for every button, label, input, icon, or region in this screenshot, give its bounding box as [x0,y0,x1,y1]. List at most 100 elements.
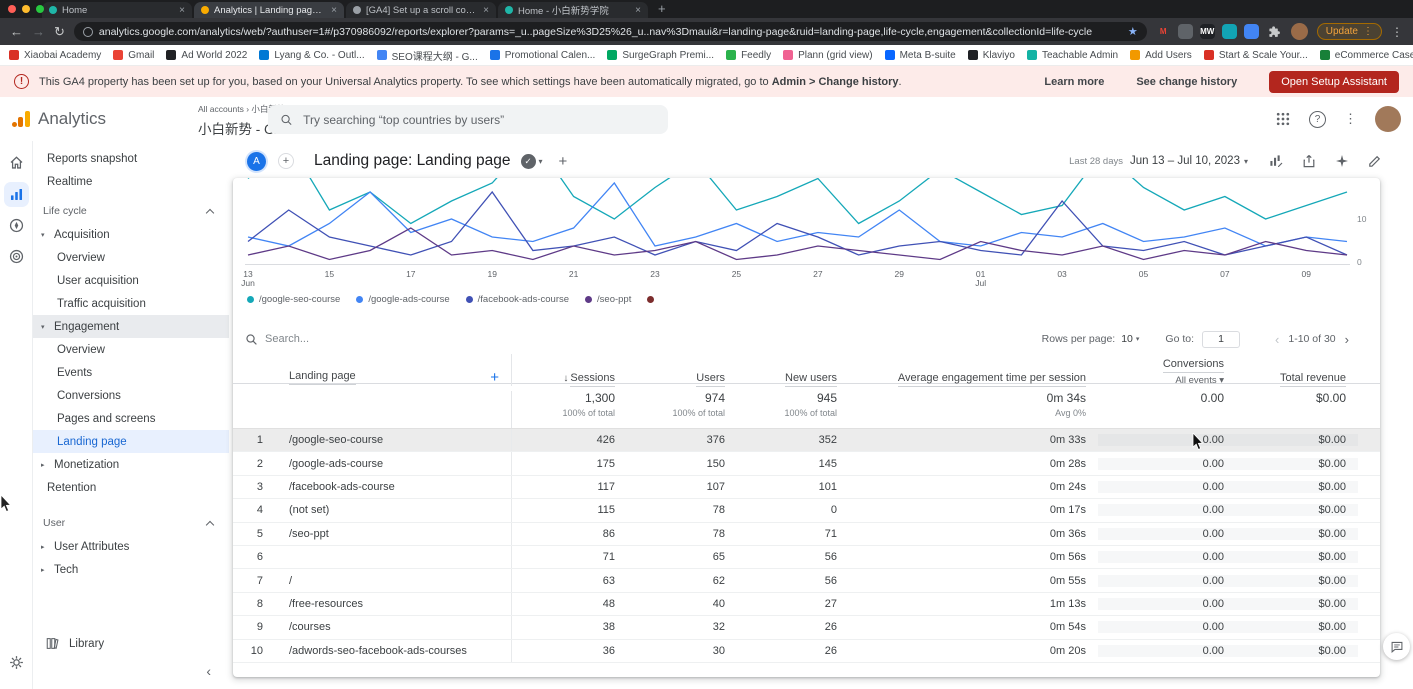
add-report-tab-button[interactable]: + [559,153,568,170]
sidebar-item-landing-page[interactable]: Landing page [33,430,229,453]
rows-per-page-caret-icon[interactable]: ▾ [1136,335,1140,343]
table-row[interactable]: 2/google-ads-course1751501450m 28s0.00$0… [233,452,1380,475]
library-item[interactable]: Library [45,636,104,651]
maximize-window-button[interactable] [36,5,44,13]
bookmark-item[interactable]: Add Users [1130,50,1192,61]
sidebar-item-reports-snapshot[interactable]: Reports snapshot [33,147,229,170]
admin-gear-icon[interactable] [8,654,25,671]
bookmark-item[interactable]: Ad World 2022 [166,50,247,61]
extension-icon-1[interactable]: M [1156,24,1171,39]
learn-more-link[interactable]: Learn more [1044,76,1104,88]
bookmark-item[interactable]: Teachable Admin [1027,50,1118,61]
rows-per-page-select[interactable]: 10 [1121,333,1133,345]
sidebar-section-life-cycle[interactable]: Life cycle [33,199,229,223]
goto-page-input[interactable] [1202,331,1240,348]
column-header-conversions[interactable]: Conversions All events ▾ [1098,354,1236,386]
sidebar-item-engagement[interactable]: ▾Engagement [33,315,229,338]
reload-icon[interactable]: ↻ [54,25,65,38]
reports-icon[interactable] [4,182,29,207]
browser-menu-icon[interactable]: ⋮ [1391,25,1403,39]
sidebar-item-traffic-acquisition[interactable]: Traffic acquisition [33,292,229,315]
add-column-button[interactable]: + [490,369,499,386]
insights-icon[interactable] [1334,153,1350,169]
sidebar-item-realtime[interactable]: Realtime [33,170,229,193]
table-row[interactable]: 8/free-resources4840271m 13s0.00$0.00 [233,593,1380,616]
forward-icon[interactable]: → [32,25,45,38]
column-header-new-users[interactable]: New users [737,368,849,386]
advertising-icon[interactable] [8,248,25,265]
browser-tab[interactable]: Home - 小白新势学院× [498,2,648,18]
table-search-input[interactable] [265,333,395,345]
sidebar-item-monetization[interactable]: ▸Monetization [33,453,229,476]
tab-close-icon[interactable]: × [483,5,489,16]
column-header-engagement[interactable]: Average engagement time per session [849,368,1098,386]
sidebar-item-pages-and-screens[interactable]: Pages and screens [33,407,229,430]
table-row[interactable]: 67165560m 56s0.00$0.00 [233,546,1380,569]
report-saved-icon[interactable]: ✓ [521,154,536,169]
sidebar-item-retention[interactable]: Retention [33,476,229,499]
legend-item[interactable]: /google-seo-course [247,294,340,305]
sidebar-item-events[interactable]: Events [33,361,229,384]
bookmark-item[interactable]: Meta B-suite [885,50,956,61]
bookmark-item[interactable]: SurgeGraph Premi... [607,50,714,61]
column-header-total-revenue[interactable]: Total revenue [1236,368,1358,386]
chrome-update-button[interactable]: Update ⋮ [1317,23,1382,40]
extension-icon-2[interactable] [1178,24,1193,39]
table-row[interactable]: 1/google-seo-course4263763520m 33s0.00$0… [233,429,1380,452]
explore-icon[interactable] [8,217,25,234]
bookmark-item[interactable]: Feedly [726,50,771,61]
legend-item[interactable]: /facebook-ads-course [466,294,569,305]
browser-tab[interactable]: Home× [42,2,192,18]
bookmark-item[interactable]: Gmail [113,50,154,61]
customize-report-icon[interactable] [1268,153,1284,169]
legend-item[interactable]: /seo-ppt [585,294,631,305]
prev-page-icon[interactable]: ‹ [1275,332,1279,347]
user-avatar[interactable] [1375,106,1401,132]
table-row[interactable]: 4(not set)1157800m 17s0.00$0.00 [233,499,1380,522]
table-row[interactable]: 9/courses3832260m 54s0.00$0.00 [233,616,1380,639]
browser-profile-avatar[interactable] [1291,23,1308,40]
bookmark-star-icon[interactable]: ★ [1128,25,1138,38]
next-page-icon[interactable]: › [1345,332,1349,347]
tab-close-icon[interactable]: × [179,5,185,16]
extensions-puzzle-icon[interactable] [1268,25,1282,39]
sidebar-item-user-acquisition[interactable]: User acquisition [33,269,229,292]
conversions-filter[interactable]: All events ▾ [1098,375,1224,386]
legend-item[interactable] [647,296,654,303]
sidebar-item-user-attributes[interactable]: ▸User Attributes [33,535,229,558]
new-tab-button[interactable]: + [658,1,666,18]
sidebar-section-user[interactable]: User [33,511,229,535]
bookmark-item[interactable]: eCommerce Case... [1320,50,1413,61]
column-header-landing-page[interactable]: Landing page + [233,354,512,386]
sidebar-item-tech[interactable]: ▸Tech [33,558,229,581]
extension-icon-4[interactable] [1222,24,1237,39]
column-header-users[interactable]: Users [627,368,737,386]
see-change-history-link[interactable]: See change history [1136,76,1237,88]
feedback-button[interactable] [1383,633,1410,660]
date-range-picker[interactable]: Jun 13 – Jul 10, 2023 [1130,155,1240,167]
minimize-window-button[interactable] [22,5,30,13]
sidebar-item-conversions[interactable]: Conversions [33,384,229,407]
share-icon[interactable] [1301,153,1317,169]
browser-tab[interactable]: Analytics | Landing page: Land× [194,2,344,18]
sidebar-item-overview[interactable]: Overview [33,338,229,361]
back-icon[interactable]: ← [10,25,23,38]
bookmark-item[interactable]: Klaviyo [968,50,1015,61]
extension-icon-3[interactable]: MW [1200,24,1215,39]
extension-icon-5[interactable] [1244,24,1259,39]
browser-tab[interactable]: [GA4] Set up a scroll conversi× [346,2,496,18]
column-header-sessions[interactable]: ↓Sessions [512,368,627,386]
table-row[interactable]: 10/adwords-seo-facebook-ads-courses36302… [233,640,1380,663]
global-search-input[interactable] [303,113,656,127]
edit-icon[interactable] [1367,153,1383,169]
bookmark-item[interactable]: Plann (grid view) [783,50,872,61]
analytics-logo[interactable] [12,110,32,128]
bookmark-item[interactable]: SEO课程大纲 - G... [377,48,478,63]
home-icon[interactable] [8,154,25,171]
site-info-icon[interactable] [83,27,93,37]
legend-item[interactable]: /google-ads-course [356,294,449,305]
collapse-sidebar-icon[interactable]: ‹ [206,663,211,679]
help-icon[interactable]: ? [1309,111,1326,128]
bookmark-item[interactable]: Start & Scale Your... [1204,50,1308,61]
tab-close-icon[interactable]: × [331,5,337,16]
